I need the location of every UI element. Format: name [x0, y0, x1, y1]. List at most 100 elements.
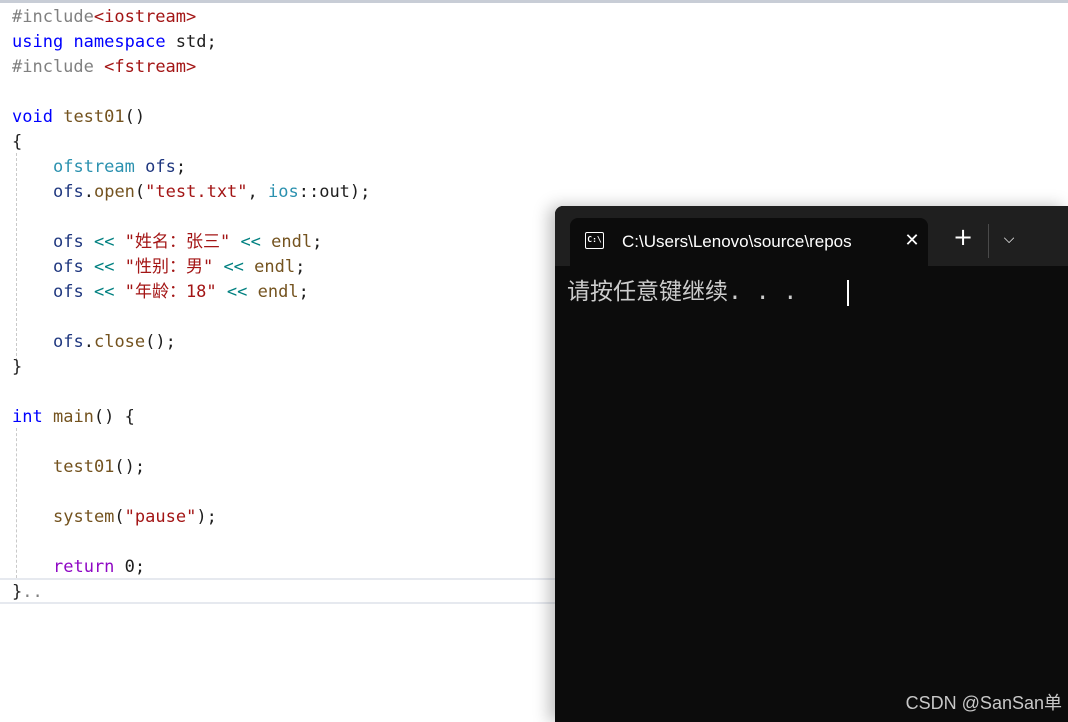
code-token: .	[83, 182, 94, 202]
code-token: using	[12, 32, 64, 52]
code-line[interactable]: }..	[12, 580, 43, 605]
code-token: <iostream>	[93, 7, 197, 27]
code-token: ofs	[53, 282, 84, 302]
terminal-cursor	[847, 280, 849, 306]
code-token: open	[93, 182, 135, 202]
terminal-window[interactable]: C:\ C:\Users\Lenovo\source\repos ✕ + ⌵ 请…	[555, 206, 1068, 722]
code-token: namespace	[73, 32, 166, 52]
code-token: close	[93, 332, 146, 352]
code-line[interactable]: test01();	[12, 455, 145, 480]
code-token: return	[53, 557, 115, 577]
code-token: () {	[93, 407, 135, 427]
code-token: #include	[12, 57, 94, 77]
code-token: {	[12, 132, 23, 152]
terminal-tab-title: C:\Users\Lenovo\source\repos	[622, 232, 852, 251]
code-token: ofstream	[53, 157, 135, 177]
code-token: #include	[12, 7, 94, 27]
code-token: endl	[271, 232, 313, 252]
code-token: ;	[298, 282, 309, 302]
code-token: ofs	[145, 157, 176, 177]
code-line[interactable]: system("pause");	[12, 505, 217, 530]
code-token: "pause"	[124, 507, 197, 527]
tab-separator	[988, 224, 989, 258]
code-line[interactable]: using namespace std;	[12, 30, 217, 55]
cmd-icon: C:\	[585, 232, 604, 249]
code-token: ();	[114, 457, 146, 477]
code-line[interactable]: ofs << "性别：男" << endl;	[12, 255, 305, 280]
code-token: );	[196, 507, 217, 527]
code-token: ofs	[53, 182, 84, 202]
code-line[interactable]: ofs << "姓名：张三" << endl;	[12, 230, 322, 255]
code-token: 0;	[114, 557, 146, 577]
code-token: <<	[93, 232, 115, 252]
code-token: ();	[145, 332, 176, 352]
code-token: ofs	[53, 332, 84, 352]
code-token: "性别：男"	[124, 257, 214, 277]
code-token: <<	[223, 257, 244, 277]
close-tab-icon[interactable]: ✕	[900, 228, 924, 254]
watermark: CSDN @SanSan单	[905, 693, 1062, 713]
code-line[interactable]: void test01()	[12, 105, 145, 130]
code-token: ::out);	[298, 182, 371, 202]
code-token: <fstream>	[104, 57, 197, 77]
code-token: void	[12, 107, 53, 127]
code-token: ;	[175, 157, 187, 177]
code-line[interactable]: ofs << "年龄：18" << endl;	[12, 280, 309, 305]
code-token: (	[134, 182, 146, 202]
new-tab-button[interactable]: +	[951, 224, 975, 252]
code-token: endl	[254, 257, 296, 277]
terminal-output: 请按任意键继续. . .	[567, 279, 798, 305]
code-token: ()	[124, 107, 146, 127]
code-line[interactable]: ofs.close();	[12, 330, 176, 355]
code-token: .	[83, 332, 94, 352]
code-line[interactable]: #include <fstream>	[12, 55, 196, 80]
code-token: }	[12, 357, 23, 377]
code-token: test01	[53, 457, 115, 477]
code-token: std;	[165, 32, 217, 52]
code-line[interactable]: #include<iostream>	[12, 5, 196, 30]
code-token: ,	[247, 182, 269, 202]
code-line[interactable]: ofs.open("test.txt", ios::out);	[12, 180, 370, 205]
code-token: ..	[22, 582, 43, 602]
code-token: <<	[240, 232, 261, 252]
code-token: ;	[295, 257, 306, 277]
code-line[interactable]: int main() {	[12, 405, 135, 430]
code-token: <<	[226, 282, 248, 302]
code-token: ;	[312, 232, 323, 252]
code-token: <<	[93, 282, 115, 302]
code-token: ofs	[53, 232, 84, 252]
code-token: ofs	[53, 257, 84, 277]
code-line[interactable]: }	[12, 355, 22, 380]
terminal-tab[interactable]: C:\ C:\Users\Lenovo\source\repos ✕	[570, 218, 928, 266]
code-token: int	[12, 407, 43, 427]
code-token: <<	[93, 257, 115, 277]
code-token: }	[12, 582, 23, 602]
code-line[interactable]: {	[12, 130, 22, 155]
code-token: ios	[268, 182, 299, 202]
code-token: "test.txt"	[145, 182, 248, 202]
terminal-tab-bar: C:\ C:\Users\Lenovo\source\repos ✕ + ⌵	[555, 206, 1068, 266]
code-token: main	[52, 407, 94, 427]
code-token: (	[114, 507, 125, 527]
current-line-highlight	[0, 578, 556, 604]
code-line[interactable]: return 0;	[12, 555, 145, 580]
code-line[interactable]: ofstream ofs;	[12, 155, 186, 180]
code-token: endl	[257, 282, 299, 302]
code-token: "姓名：张三"	[124, 232, 231, 252]
chevron-down-icon[interactable]: ⌵	[997, 227, 1021, 251]
